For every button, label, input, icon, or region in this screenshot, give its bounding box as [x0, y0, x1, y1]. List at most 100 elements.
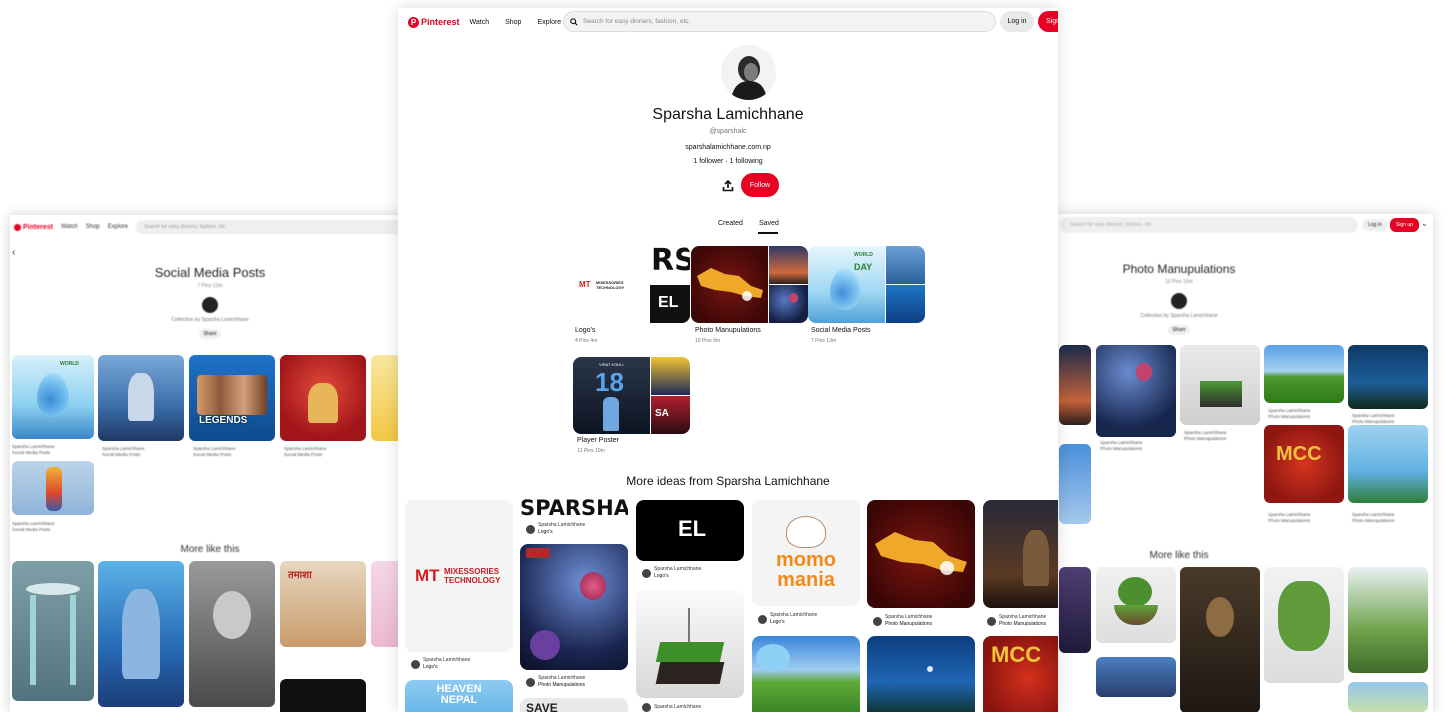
left-share-button[interactable]: Share — [199, 329, 221, 339]
right-signup-button[interactable]: Sign up — [1390, 218, 1419, 232]
pin-nepal-map[interactable] — [867, 500, 975, 608]
right-pin-partial[interactable] — [1059, 444, 1091, 524]
avatar[interactable] — [873, 616, 882, 626]
board-social-media-posts[interactable]: WORLD DAY — [808, 246, 925, 323]
nav-shop[interactable]: Shop — [505, 19, 521, 26]
pin-user[interactable]: Sparsha Lamichhane — [538, 675, 585, 681]
follow-button[interactable]: Follow — [741, 173, 779, 197]
pin-buddha-statue[interactable] — [983, 500, 1058, 608]
pin-xp-hills[interactable] — [752, 636, 860, 712]
avatar[interactable] — [987, 616, 996, 626]
pin-heaven-nepal[interactable]: HEAVEN NEPAL — [405, 680, 513, 712]
pin-user[interactable]: Sparsha Lamichhane — [654, 704, 701, 710]
avatar[interactable] — [411, 659, 420, 669]
right-more-pin-floating-island[interactable] — [1096, 567, 1176, 643]
right-more-pin-landscape[interactable] — [1348, 567, 1428, 673]
pin-user[interactable]: Sparsha Lamichhane — [654, 566, 701, 572]
follow-stats[interactable]: 1 follower · 1 following — [398, 158, 1058, 165]
right-more-pin-1[interactable] — [1059, 567, 1091, 653]
nav-watch[interactable]: Watch — [470, 19, 490, 26]
pin-board[interactable]: Logo's — [654, 573, 669, 579]
board-photo-manupulations[interactable] — [691, 246, 808, 323]
left-nav-watch[interactable]: Watch — [61, 224, 78, 230]
left-pin-festival[interactable] — [280, 355, 366, 441]
pin-board[interactable]: Photo Manupulations — [999, 621, 1046, 627]
right-more-pin-buddha[interactable] — [1180, 567, 1260, 712]
pin-board[interactable]: Logo's — [538, 529, 553, 535]
right-pin-mcc[interactable]: MCC — [1264, 425, 1344, 503]
left-more-pin-shiva[interactable] — [98, 561, 184, 707]
board-player-poster[interactable]: VIRAT KOHLI 18 SA — [573, 357, 690, 434]
back-arrow-icon[interactable]: ‹ — [12, 247, 15, 258]
left-more-pin-stool[interactable] — [12, 561, 94, 701]
pin-mixessories-logo[interactable]: MT MIXESSORIES TECHNOLOGY — [405, 500, 513, 652]
pin-user[interactable]: Sparsha Lamichhane — [999, 614, 1046, 620]
caption-board: Photo Manupulations — [1352, 419, 1395, 424]
pin-island-windmill[interactable] — [636, 590, 744, 698]
avatar[interactable] — [642, 568, 651, 578]
caption-user: Sparsha Lamichhane — [284, 446, 327, 451]
search-input[interactable]: Search for easy dinners, fashion, etc. — [563, 11, 996, 32]
left-pin-water-drop[interactable]: WORLD — [12, 355, 94, 439]
pin-momo-mania[interactable]: momo mania — [752, 500, 860, 606]
left-nav-shop[interactable]: Shop — [86, 224, 100, 230]
right-pin-island[interactable] — [1180, 345, 1260, 425]
left-more-pin-portrait[interactable] — [189, 561, 275, 707]
left-pinterest-logo[interactable]: Pinterest — [14, 223, 53, 231]
pin-board[interactable]: Logo's — [770, 619, 785, 625]
nav-explore[interactable]: Explore — [537, 19, 561, 26]
pin-mcc[interactable]: MCC — [983, 636, 1058, 712]
avatar[interactable] — [526, 524, 535, 534]
avatar[interactable] — [642, 703, 651, 712]
left-pin-legends[interactable]: LEGENDS — [189, 355, 275, 441]
board-logos[interactable]: MT MIXESSORIES TECHNOLOGY RS EL — [573, 246, 690, 323]
right-share-button[interactable]: Share — [1168, 325, 1190, 335]
pin-night-lake[interactable] — [867, 636, 975, 712]
right-pin-heaven[interactable] — [1348, 425, 1428, 503]
right-avatar[interactable] — [1171, 293, 1187, 309]
board-meta: 4 Pins 4m — [575, 338, 598, 344]
avatar[interactable] — [758, 614, 767, 624]
right-pin-balloon[interactable] — [1096, 345, 1176, 437]
share-upload-icon[interactable] — [721, 179, 735, 193]
right-search-input[interactable]: Search for easy dinners, fashion, etc. — [1060, 217, 1358, 233]
signup-button[interactable]: Sign — [1038, 11, 1058, 32]
left-pin-fathers-day[interactable] — [12, 461, 94, 515]
right-more-pin-2[interactable] — [1096, 657, 1176, 697]
active-tab-indicator — [758, 232, 778, 234]
pinterest-logo[interactable]: P Pinterest — [408, 16, 460, 28]
left-nav-explore[interactable]: Explore — [108, 224, 128, 230]
left-pin-shiva[interactable] — [98, 355, 184, 441]
chevron-down-icon[interactable]: ⌄ — [1421, 219, 1428, 228]
left-more-pin-dark[interactable] — [280, 679, 366, 712]
pin-sparsha-wordmark[interactable]: SPARSHA — [520, 496, 628, 520]
pin-board[interactable]: Photo Manupulations — [538, 682, 585, 688]
left-avatar[interactable] — [202, 297, 218, 313]
tab-created[interactable]: Created — [718, 220, 743, 227]
right-pin-night[interactable] — [1348, 345, 1428, 409]
right-more-pin-monster[interactable] — [1264, 567, 1344, 683]
pin-save-text[interactable]: SAVE — [520, 698, 628, 712]
pin-user[interactable]: Sparsha Lamichhane — [770, 612, 817, 618]
pin-user[interactable]: Sparsha Lamichhane — [423, 657, 470, 663]
pin-user[interactable]: Sparsha Lamichhane — [885, 614, 932, 620]
left-more-pin-poster[interactable]: तमाशा — [280, 561, 366, 647]
pin-el-logo[interactable]: EL — [636, 500, 744, 561]
left-search-input[interactable]: Search for easy dinners, fashion, etc. — [136, 220, 406, 234]
tab-saved[interactable]: Saved — [759, 220, 779, 227]
pin-user[interactable]: Sparsha Lamichhane — [538, 522, 585, 528]
pin-board[interactable]: Photo Manupulations — [885, 621, 932, 627]
avatar[interactable] — [526, 677, 535, 687]
right-pin-xp[interactable] — [1264, 345, 1344, 403]
profile-website-link[interactable]: sparshalamichhane.com.np — [398, 144, 1058, 151]
right-more-pin-3[interactable] — [1348, 682, 1428, 712]
login-button[interactable]: Log in — [1000, 11, 1034, 32]
pin-board[interactable]: Logo's — [423, 664, 438, 670]
caption-board: Social Media Posts — [12, 527, 51, 532]
momo-mania-text: momo mania — [752, 550, 860, 590]
pin-balloon-night[interactable] — [520, 544, 628, 670]
save-text: SAVE — [526, 701, 558, 712]
right-pin-sunset[interactable] — [1059, 345, 1091, 425]
profile-avatar[interactable] — [721, 45, 776, 100]
right-login-button[interactable]: Log in — [1362, 219, 1388, 231]
